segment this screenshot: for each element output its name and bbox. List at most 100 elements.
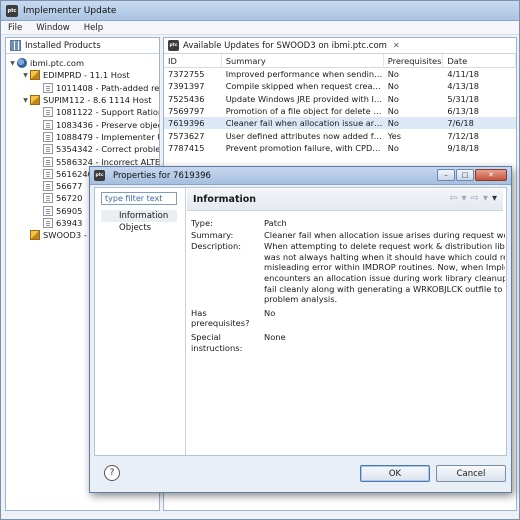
tab-label: Installed Products	[25, 40, 101, 51]
expand-toggle-icon[interactable]: ▼	[8, 60, 17, 67]
maximize-button[interactable]: □	[456, 169, 474, 181]
tab-label: Available Updates for SWOOD3 on ibmi.ptc…	[183, 40, 387, 51]
fix-icon	[43, 181, 53, 192]
close-icon[interactable]: ✕	[393, 41, 400, 50]
tree-item[interactable]: 1083436 - Preserve object re	[6, 118, 159, 130]
cell-prerequisites: No	[387, 81, 399, 92]
cell-date: 4/13/18	[447, 81, 479, 92]
cell-id: 7573627	[168, 130, 205, 141]
view-menu-icon[interactable]: ▾	[492, 193, 497, 204]
table-row[interactable]: 7569797 Promotion of a file object for de…	[164, 105, 516, 117]
description-line: misleading error within IMDROP routines.…	[264, 262, 505, 273]
column-header-summary[interactable]: Summary	[222, 53, 384, 68]
cell-date: 4/11/18	[447, 69, 479, 80]
cell-summary: Improved performance when sending remot.…	[225, 69, 384, 80]
host-icon	[17, 58, 27, 69]
tree-item-label: EDIMPRD - 11.1 Host	[43, 70, 130, 81]
tree-item[interactable]: ▼ EDIMPRD - 11.1 Host	[6, 69, 159, 81]
available-updates-tab[interactable]: ptc Available Updates for SWOOD3 on ibmi…	[164, 38, 516, 54]
expand-toggle-icon[interactable]: ▼	[21, 72, 30, 79]
back-dropdown-icon[interactable]: ▾	[462, 193, 467, 204]
cell-summary: User defined attributes now added for re…	[225, 130, 384, 141]
column-header-id[interactable]: ID	[164, 53, 222, 68]
column-header-prerequisites[interactable]: Prerequisites	[384, 53, 444, 68]
title-bar: ptc Implementer Update	[1, 1, 519, 21]
sash-divider[interactable]	[185, 188, 186, 455]
tree-item-label: 56905	[56, 205, 83, 216]
product-icon	[30, 95, 40, 106]
back-arrow-icon[interactable]: ⇦	[449, 193, 457, 204]
tree-item[interactable]: 1081122 - Support Rational	[6, 106, 159, 118]
type-label: Type:	[191, 218, 213, 228]
tree-item[interactable]: ▼ ibmi.ptc.com	[6, 57, 159, 69]
table-row[interactable]: 7525436 Update Windows JRE provided with …	[164, 93, 516, 105]
prop-row-type: Type: Patch	[191, 218, 505, 229]
description-line: problem analysis.	[264, 294, 338, 305]
column-header-date[interactable]: Date	[443, 53, 516, 68]
fix-icon	[43, 205, 53, 216]
type-value: Patch	[264, 218, 287, 228]
tree-item[interactable]: 5354342 - Correct problem v	[6, 143, 159, 155]
forward-dropdown-icon[interactable]: ▾	[483, 193, 488, 204]
table-row[interactable]: 7391397 Compile skipped when request crea…	[164, 80, 516, 92]
expand-toggle-icon[interactable]: ▼	[21, 97, 30, 104]
cell-prerequisites: No	[387, 118, 399, 129]
special-instructions-value: None	[264, 331, 286, 342]
prop-row-prerequisites: Has prerequisites? No	[191, 308, 505, 329]
summary-value: Cleaner fail when allocation issue arise…	[264, 229, 505, 240]
cell-id: 7372755	[168, 69, 205, 80]
table-row[interactable]: 7372755 Improved performance when sending…	[164, 68, 516, 80]
fix-icon	[43, 119, 53, 130]
prerequisites-label: Has prerequisites?	[191, 307, 250, 329]
menu-help[interactable]: Help	[77, 23, 110, 33]
fix-icon	[43, 218, 53, 228]
tree-item-label: 1083436 - Preserve object re	[56, 119, 159, 130]
table-row[interactable]: 7787415 Prevent promotion failure, with C…	[164, 142, 516, 154]
history-nav: ⇦ ▾ ⇨ ▾ ▾	[445, 193, 497, 204]
summary-label: Summary:	[191, 229, 234, 240]
fix-icon	[43, 168, 53, 179]
tree-item[interactable]: 1011408 - Path-added relate	[6, 82, 159, 94]
installed-products-tab[interactable]: Installed Products	[6, 38, 159, 54]
cell-summary: Update Windows JRE provided with Implem.…	[225, 93, 384, 104]
menu-bar: File Window Help	[1, 21, 519, 35]
menu-window[interactable]: Window	[29, 23, 77, 33]
tree-item[interactable]: ▼ SUPIM112 - 8.6 1114 Host	[6, 94, 159, 106]
dialog-title: Properties for 7619396	[113, 170, 211, 181]
fix-icon	[43, 144, 53, 155]
prerequisites-value: No	[264, 307, 276, 318]
tree-item-label: 1011408 - Path-added relate	[56, 82, 160, 93]
ok-button[interactable]: OK	[360, 465, 430, 482]
cell-summary: Prevent promotion failure, with CPD3C20 …	[225, 142, 384, 153]
cell-date: 5/31/18	[447, 93, 479, 104]
minimize-button[interactable]: –	[437, 169, 455, 181]
help-icon[interactable]: ?	[104, 465, 120, 481]
filter-input[interactable]	[101, 192, 177, 205]
forward-arrow-icon[interactable]: ⇨	[471, 193, 479, 204]
cell-date: 9/18/18	[447, 142, 479, 153]
prop-row-description: Description: When attempting to delete r…	[191, 241, 505, 305]
description-line: fail cleanly along with generating a WRK…	[264, 283, 505, 294]
cancel-button[interactable]: Cancel	[436, 465, 506, 482]
updates-table-body: 7372755 Improved performance when sending…	[164, 68, 516, 154]
section-header: Information ⇦ ▾ ⇨ ▾ ▾	[187, 189, 503, 211]
tree-item[interactable]: 1088479 - Implementer Upg	[6, 131, 159, 143]
cell-prerequisites: No	[387, 93, 399, 104]
table-row[interactable]: 7573627 User defined attributes now added…	[164, 129, 516, 141]
close-button[interactable]: ✕	[475, 169, 507, 181]
nav-item-information[interactable]: Information	[101, 210, 177, 222]
table-row[interactable]: 7619396 Cleaner fail when allocation issu…	[164, 117, 516, 130]
cell-id: 7619396	[168, 118, 205, 129]
product-icon	[30, 230, 40, 241]
cell-id: 7569797	[168, 106, 205, 117]
tree-item-label: ibmi.ptc.com	[30, 58, 85, 69]
nav-item-objects[interactable]: Objects	[101, 222, 177, 234]
menu-file[interactable]: File	[1, 23, 29, 33]
tree-item-label: SUPIM112 - 8.6 1114 Host	[43, 95, 152, 106]
ptc-app-icon: ptc	[6, 4, 18, 17]
ptc-icon: ptc	[94, 170, 105, 181]
cell-prerequisites: No	[387, 69, 399, 80]
ptc-icon: ptc	[168, 40, 179, 51]
description-label: Description:	[191, 241, 242, 252]
properties-dialog: ptc Properties for 7619396 – □ ✕ Informa…	[89, 166, 512, 493]
